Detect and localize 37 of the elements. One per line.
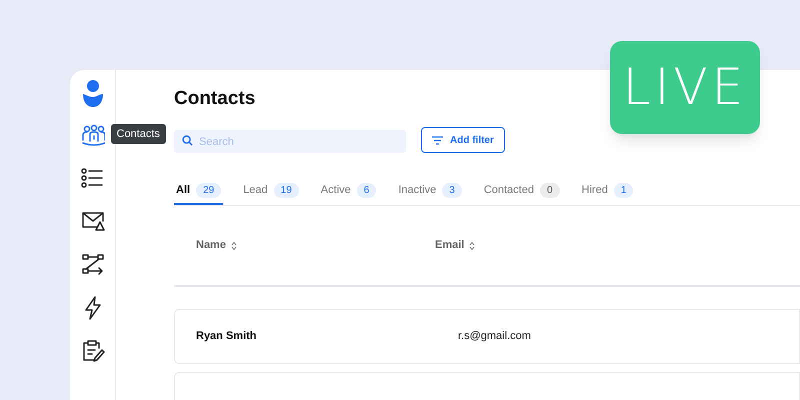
- add-filter-button[interactable]: Add filter: [421, 127, 505, 153]
- count-badge: 19: [274, 182, 299, 198]
- filter-tab[interactable]: Inactive 3: [396, 179, 464, 205]
- filter-tab[interactable]: Contacted 0: [482, 179, 562, 205]
- tab-label: Contacted: [484, 182, 534, 198]
- sort-icon[interactable]: [469, 240, 476, 250]
- sort-icon[interactable]: [230, 240, 237, 250]
- mail-icon[interactable]: [80, 210, 104, 234]
- search-field[interactable]: Search: [174, 130, 406, 153]
- filter-tab[interactable]: Lead 19: [241, 179, 301, 205]
- page-title: Contacts: [174, 87, 256, 111]
- contact-row[interactable]: Ryan Smith r.s@gmail.com: [174, 309, 800, 364]
- contact-name: Ryan Smith: [195, 329, 258, 344]
- filter-tab[interactable]: Hired 1: [580, 179, 636, 205]
- clipboard-icon[interactable]: [80, 339, 104, 363]
- filter-icon: [432, 136, 443, 144]
- count-badge: 6: [356, 182, 376, 198]
- count-badge: 29: [196, 182, 222, 198]
- tooltip: Contacts: [110, 124, 166, 144]
- count-badge: 1: [614, 182, 634, 198]
- tab-label: All: [176, 182, 190, 198]
- logo-icon: [82, 80, 104, 108]
- count-badge: 3: [442, 182, 462, 198]
- filter-tab[interactable]: All 29: [174, 179, 224, 205]
- contact-email: r.s@gmail.com: [458, 329, 531, 344]
- live-badge: LIVE: [610, 41, 760, 134]
- search-icon: [182, 134, 193, 146]
- contacts-icon[interactable]: [80, 124, 104, 148]
- tab-label: Inactive: [398, 182, 436, 198]
- column-header[interactable]: Name: [196, 237, 226, 254]
- filter-tab[interactable]: Active 6: [318, 179, 378, 205]
- tab-label: Hired: [582, 182, 608, 198]
- tab-label: Lead: [243, 182, 268, 198]
- column-header[interactable]: Email: [435, 237, 464, 254]
- tab-label: Active: [320, 182, 351, 198]
- flow-icon[interactable]: [80, 253, 104, 277]
- count-badge: 0: [540, 182, 560, 198]
